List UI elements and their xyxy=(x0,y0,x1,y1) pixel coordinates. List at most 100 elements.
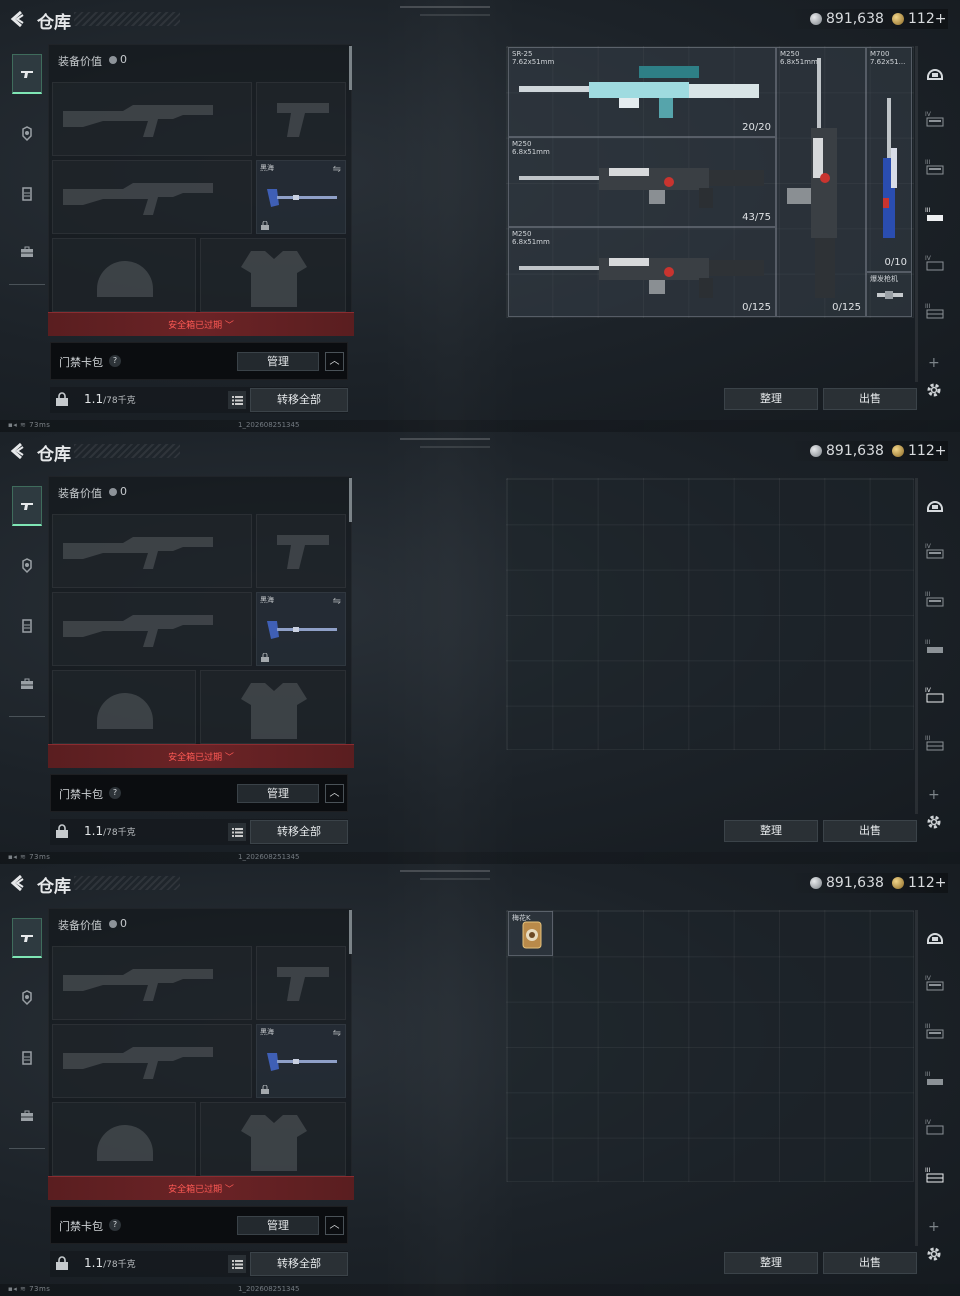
swap-icon[interactable]: ⇋ xyxy=(333,596,341,607)
armor-slot[interactable] xyxy=(200,238,346,312)
gold-currency[interactable]: 112+ xyxy=(892,872,946,894)
expand-button[interactable]: ︿ xyxy=(325,352,344,371)
manage-button[interactable]: 管理 xyxy=(237,784,319,803)
lock-icon[interactable] xyxy=(56,824,68,838)
pistol-slot[interactable] xyxy=(256,82,346,156)
transfer-all-button[interactable]: 转移全部 xyxy=(250,1252,348,1276)
warehouse-tab-3[interactable]: III xyxy=(921,586,949,614)
safe-box-expired-bar[interactable]: 安全箱已过期 ﹀ xyxy=(48,312,354,336)
sell-button[interactable]: 出售 xyxy=(823,820,917,842)
grid-scrollbar[interactable] xyxy=(915,910,918,1246)
tab-vest[interactable] xyxy=(12,606,42,646)
warehouse-tab-6[interactable]: III xyxy=(921,730,949,758)
grid-item[interactable]: M250 6.8x51mm 43/75 xyxy=(508,137,776,227)
secondary-weapon-slot[interactable] xyxy=(52,160,252,234)
warehouse-grid[interactable] xyxy=(506,910,914,1182)
help-icon[interactable]: ? xyxy=(109,787,121,799)
back-arrow-icon[interactable] xyxy=(9,874,27,892)
primary-weapon-slot[interactable] xyxy=(52,82,252,156)
manage-button[interactable]: 管理 xyxy=(237,352,319,371)
tab-armor[interactable] xyxy=(12,978,42,1018)
transfer-all-button[interactable]: 转移全部 xyxy=(250,388,348,412)
melee-slot[interactable]: 黑海 ⇋ xyxy=(256,160,346,234)
warehouse-tab-2[interactable]: IV xyxy=(921,970,949,998)
safe-box-expired-bar[interactable]: 安全箱已过期 ﹀ xyxy=(48,744,354,768)
tab-backpack[interactable] xyxy=(12,232,42,272)
help-icon[interactable]: ? xyxy=(109,1219,121,1231)
lock-icon[interactable] xyxy=(56,392,68,406)
primary-weapon-slot[interactable] xyxy=(52,946,252,1020)
warehouse-tab-1[interactable] xyxy=(921,922,949,950)
warehouse-tab-2[interactable]: IV xyxy=(921,538,949,566)
grid-item[interactable]: M250 6.8x51mm 0/125 xyxy=(508,227,776,317)
grid-item[interactable]: M700 7.62x51... 0/10 xyxy=(866,47,912,272)
primary-weapon-slot[interactable] xyxy=(52,514,252,588)
expand-button[interactable]: ︿ xyxy=(325,1216,344,1235)
gear-icon[interactable] xyxy=(925,813,943,831)
swap-icon[interactable]: ⇋ xyxy=(333,1028,341,1039)
tab-weapons[interactable] xyxy=(12,918,42,958)
grid-scrollbar[interactable] xyxy=(915,478,918,814)
helmet-slot[interactable] xyxy=(52,1102,196,1176)
secondary-weapon-slot[interactable] xyxy=(52,1024,252,1098)
grid-item[interactable]: 梅花K xyxy=(508,911,553,956)
warehouse-grid[interactable] xyxy=(506,478,914,750)
add-tab-icon[interactable]: + xyxy=(928,1219,940,1235)
grid-item[interactable]: 爆发枪机 xyxy=(866,272,912,317)
list-view-button[interactable] xyxy=(228,391,246,409)
safe-box-expired-bar[interactable]: 安全箱已过期 ﹀ xyxy=(48,1176,354,1200)
warehouse-tab-5[interactable]: IV xyxy=(921,250,949,278)
warehouse-tab-3[interactable]: III xyxy=(921,1018,949,1046)
grid-item[interactable]: M250 6.8x51mm 0/125 xyxy=(776,47,866,317)
sort-button[interactable]: 整理 xyxy=(724,388,818,410)
grid-item[interactable]: SR-25 7.62x51mm 20/20 xyxy=(508,47,776,137)
tab-backpack[interactable] xyxy=(12,1096,42,1136)
helmet-slot[interactable] xyxy=(52,238,196,312)
loadout-scrollbar[interactable] xyxy=(349,46,352,90)
list-view-button[interactable] xyxy=(228,1255,246,1273)
tab-weapons[interactable] xyxy=(12,54,42,94)
helmet-slot[interactable] xyxy=(52,670,196,744)
lock-icon[interactable] xyxy=(56,1256,68,1270)
tab-backpack[interactable] xyxy=(12,664,42,704)
tab-armor[interactable] xyxy=(12,114,42,154)
warehouse-tab-1[interactable] xyxy=(921,490,949,518)
grid-scrollbar[interactable] xyxy=(915,46,918,382)
tab-vest[interactable] xyxy=(12,174,42,214)
sell-button[interactable]: 出售 xyxy=(823,1252,917,1274)
warehouse-tab-2[interactable]: IV xyxy=(921,106,949,134)
armor-slot[interactable] xyxy=(200,670,346,744)
tab-vest[interactable] xyxy=(12,1038,42,1078)
add-tab-icon[interactable]: + xyxy=(928,355,940,371)
pistol-slot[interactable] xyxy=(256,514,346,588)
gold-currency[interactable]: 112+ xyxy=(892,440,946,462)
melee-slot[interactable]: 黑海 ⇋ xyxy=(256,1024,346,1098)
loadout-scrollbar[interactable] xyxy=(349,910,352,954)
sell-button[interactable]: 出售 xyxy=(823,388,917,410)
expand-button[interactable]: ︿ xyxy=(325,784,344,803)
warehouse-tab-1[interactable] xyxy=(921,58,949,86)
warehouse-tab-5[interactable]: IV xyxy=(921,682,949,710)
back-arrow-icon[interactable] xyxy=(9,442,27,460)
tab-weapons[interactable] xyxy=(12,486,42,526)
armor-slot[interactable] xyxy=(200,1102,346,1176)
manage-button[interactable]: 管理 xyxy=(237,1216,319,1235)
warehouse-tab-6[interactable]: III xyxy=(921,298,949,326)
secondary-weapon-slot[interactable] xyxy=(52,592,252,666)
warehouse-tab-6[interactable]: III xyxy=(921,1162,949,1190)
transfer-all-button[interactable]: 转移全部 xyxy=(250,820,348,844)
warehouse-tab-4[interactable]: III xyxy=(921,1066,949,1094)
pistol-slot[interactable] xyxy=(256,946,346,1020)
add-tab-icon[interactable]: + xyxy=(928,787,940,803)
back-arrow-icon[interactable] xyxy=(9,10,27,28)
tab-armor[interactable] xyxy=(12,546,42,586)
help-icon[interactable]: ? xyxy=(109,355,121,367)
swap-icon[interactable]: ⇋ xyxy=(333,164,341,175)
warehouse-tab-5[interactable]: IV xyxy=(921,1114,949,1142)
loadout-scrollbar[interactable] xyxy=(349,478,352,522)
warehouse-tab-3[interactable]: III xyxy=(921,154,949,182)
gear-icon[interactable] xyxy=(925,1245,943,1263)
gold-currency[interactable]: 112+ xyxy=(892,8,946,30)
list-view-button[interactable] xyxy=(228,823,246,841)
melee-slot[interactable]: 黑海 ⇋ xyxy=(256,592,346,666)
